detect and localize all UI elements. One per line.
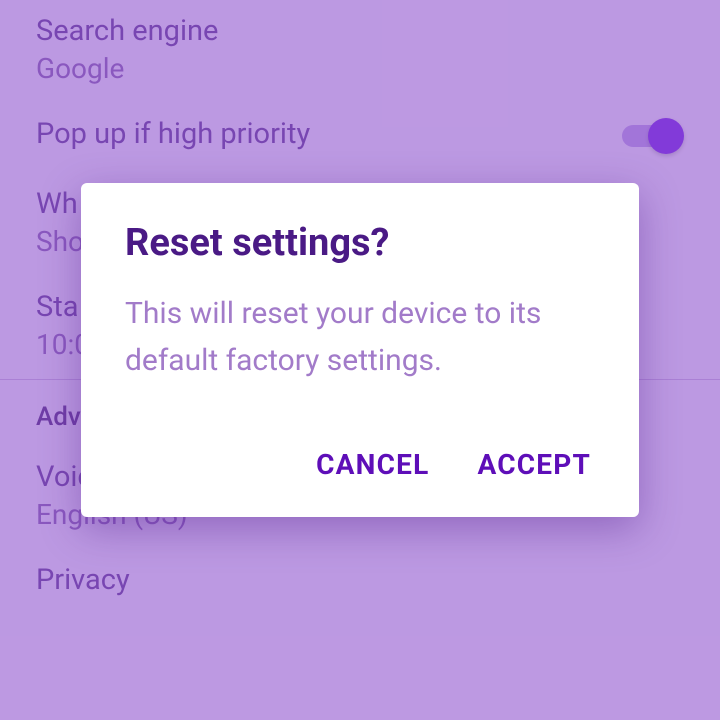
dialog-title: Reset settings? — [125, 221, 595, 265]
cancel-button[interactable]: CANCEL — [316, 440, 429, 489]
reset-settings-dialog: Reset settings? This will reset your dev… — [81, 183, 639, 517]
dialog-actions: CANCEL ACCEPT — [125, 440, 595, 489]
accept-button[interactable]: ACCEPT — [477, 440, 591, 489]
dialog-body: This will reset your device to its defau… — [125, 291, 595, 384]
